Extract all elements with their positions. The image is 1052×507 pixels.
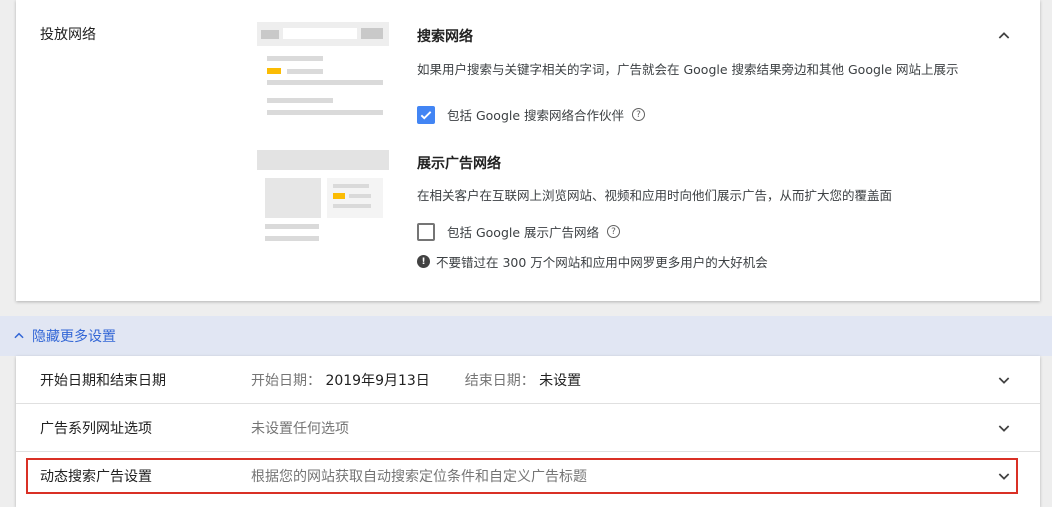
display-network-checkbox[interactable]	[417, 222, 435, 241]
display-network-illustration	[257, 150, 389, 256]
illus-line	[333, 204, 371, 208]
networks-section-label: 投放网络	[40, 27, 96, 43]
start-date-label: 开始日期：	[251, 372, 321, 389]
checkmark-icon	[420, 110, 432, 120]
illus-searchbox	[283, 28, 357, 39]
illus-line	[267, 110, 383, 115]
illus-header	[257, 150, 389, 170]
help-icon[interactable]: ?	[632, 108, 646, 121]
search-network-illustration	[257, 22, 389, 128]
chevron-down-icon[interactable]	[996, 420, 1012, 436]
illus-ad-marker	[333, 193, 345, 199]
illus-logo	[261, 30, 279, 39]
search-network-block: 搜索网络	[417, 26, 473, 46]
url-options-row-label: 广告系列网址选项	[40, 420, 152, 437]
illus-line	[267, 98, 333, 103]
end-date-label: 结束日期：	[464, 372, 535, 389]
illus-line	[267, 80, 383, 85]
search-network-description: 如果用户搜索与关键字相关的字词，广告就会在 Google 搜索结果旁边和其他 G…	[417, 62, 959, 77]
chevron-down-icon[interactable]	[996, 372, 1012, 388]
settings-card: 开始日期和结束日期 开始日期： 2019年9月13日 结束日期： 未设置 广告系…	[16, 356, 1040, 507]
networks-card: 投放网络 搜索网络 如果用户搜索与关键字相关的字词，广告就会在 Google 搜…	[16, 0, 1040, 301]
display-network-row[interactable]: 包括 Google 展示广告网络 ?	[417, 222, 621, 241]
hide-more-settings-label: 隐藏更多设置	[32, 329, 116, 345]
search-partners-checkbox[interactable]	[417, 105, 435, 124]
search-partners-row[interactable]: 包括 Google 搜索网络合作伙伴 ?	[417, 105, 646, 124]
display-network-block: 展示广告网络	[417, 153, 501, 173]
display-network-info-text: 不要错过在 300 万个网站和应用中网罗更多用户的大好机会	[436, 255, 768, 270]
start-date-value: 2019年9月13日	[325, 372, 430, 389]
chevron-up-icon	[14, 332, 24, 339]
end-date-value: 未设置	[539, 372, 582, 389]
url-options-row[interactable]: 广告系列网址选项 未设置任何选项	[16, 404, 1040, 452]
display-network-description: 在相关客户在互联网上浏览网站、视频和应用时向他们展示广告，从而扩大您的覆盖面	[417, 188, 893, 203]
illus-search-button	[361, 28, 383, 39]
illus-line	[287, 69, 323, 74]
display-network-title: 展示广告网络	[417, 156, 501, 172]
display-network-info: ! 不要错过在 300 万个网站和应用中网罗更多用户的大好机会	[417, 252, 768, 271]
info-icon: !	[417, 255, 430, 268]
illus-image-block	[265, 178, 321, 218]
dsa-row-highlight-box	[26, 458, 1018, 494]
dates-row-value: 开始日期： 2019年9月13日 结束日期： 未设置	[251, 370, 581, 390]
illus-line	[333, 184, 369, 188]
illus-line	[265, 224, 319, 229]
help-icon[interactable]: ?	[607, 225, 621, 238]
hide-more-settings-toggle[interactable]: 隐藏更多设置	[0, 316, 1052, 356]
display-network-label: 包括 Google 展示广告网络	[447, 225, 600, 240]
url-options-row-value: 未设置任何选项	[251, 420, 349, 437]
illus-line	[267, 56, 323, 61]
illus-line	[265, 236, 319, 241]
dates-row[interactable]: 开始日期和结束日期 开始日期： 2019年9月13日 结束日期： 未设置	[16, 356, 1040, 404]
illus-line	[349, 194, 371, 198]
illus-ad-marker	[267, 68, 281, 74]
search-partners-label: 包括 Google 搜索网络合作伙伴	[447, 108, 625, 123]
dates-row-label: 开始日期和结束日期	[40, 372, 166, 389]
chevron-up-icon[interactable]	[996, 28, 1012, 44]
search-network-title: 搜索网络	[417, 29, 473, 45]
